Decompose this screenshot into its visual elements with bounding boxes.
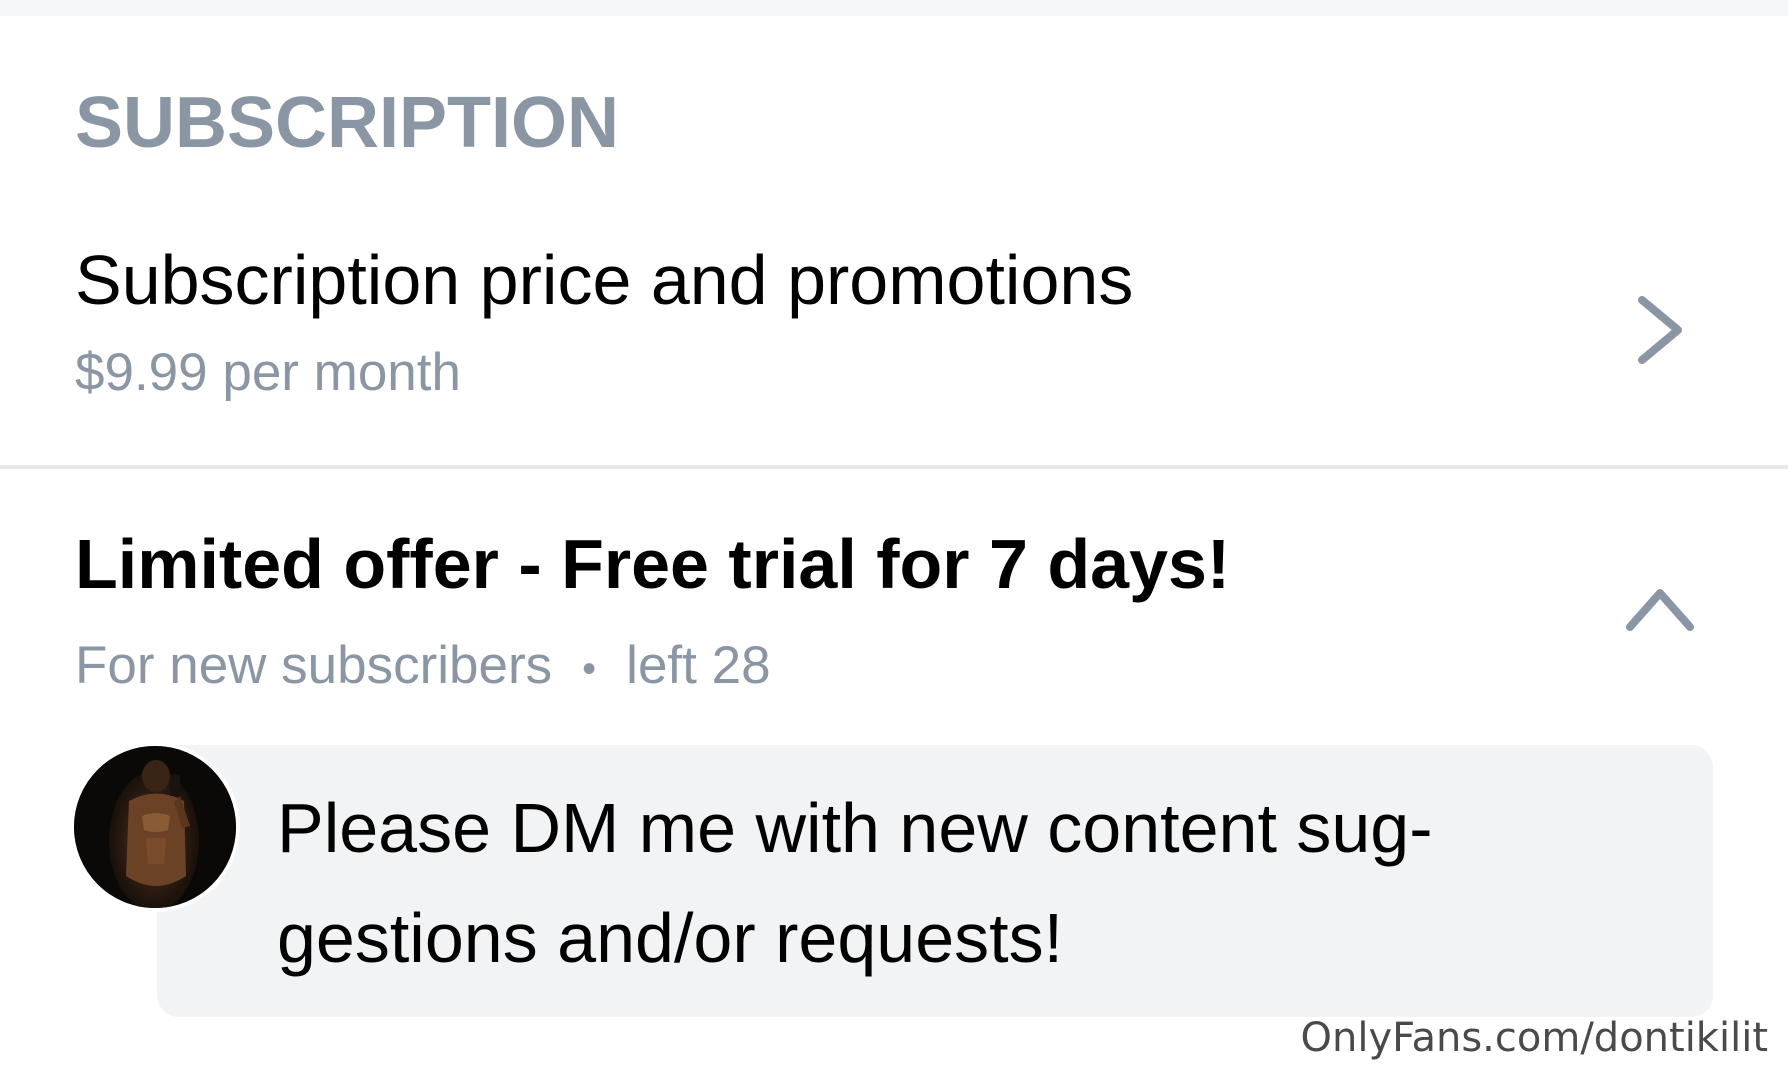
subscription-price-title: Subscription price and promotions — [75, 241, 1134, 319]
avatar-figure-image — [74, 746, 236, 908]
profile-avatar[interactable] — [70, 742, 240, 912]
offer-remaining-count: left 28 — [626, 636, 771, 695]
subscription-price-row[interactable]: Subscription price and promotions $9.99 … — [0, 220, 1788, 465]
separator-dot: • — [582, 646, 597, 691]
chevron-right-icon[interactable] — [1630, 290, 1690, 370]
subscription-settings-screen: SUBSCRIPTION Subscription price and prom… — [0, 0, 1788, 1080]
limited-offer-row[interactable]: Limited offer - Free trial for 7 days! F… — [0, 469, 1788, 719]
site-watermark: OnlyFans.com/dontikilit — [1300, 1015, 1768, 1061]
offer-title: Limited offer - Free trial for 7 days! — [75, 525, 1231, 603]
chevron-up-icon[interactable] — [1622, 579, 1698, 639]
offer-audience: For new subscribers — [75, 636, 553, 695]
offer-message-text: Please DM me with new content sug-gestio… — [277, 789, 1433, 977]
avatar-photo — [74, 746, 236, 908]
section-header: SUBSCRIPTION — [75, 83, 620, 163]
offer-message-bubble: Please DM me with new content sug-gestio… — [157, 745, 1713, 1017]
subscription-price-value: $9.99 per month — [75, 343, 461, 402]
top-edge-strip — [0, 0, 1788, 16]
offer-details: For new subscribers • left 28 — [75, 635, 771, 696]
